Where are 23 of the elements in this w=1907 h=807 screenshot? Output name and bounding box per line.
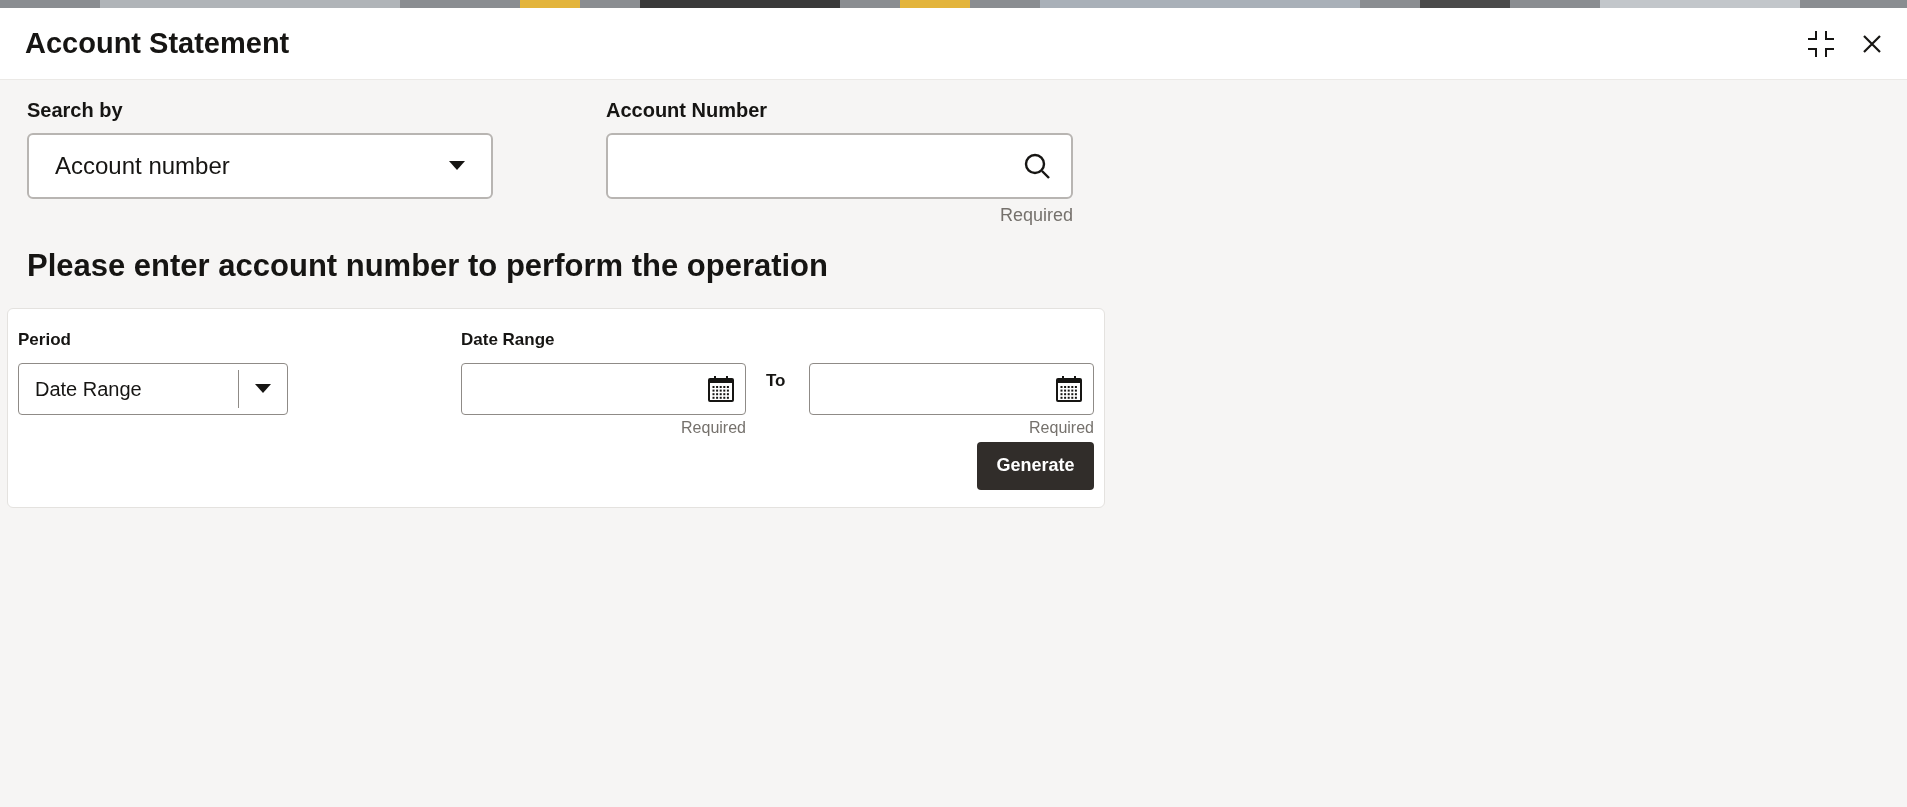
field-label: Date Range bbox=[461, 328, 556, 351]
calendar-icon[interactable] bbox=[707, 374, 735, 403]
field-label: Account Number bbox=[606, 98, 769, 123]
account-number-field[interactable] bbox=[606, 133, 1073, 199]
hint-text: Required bbox=[1029, 417, 1094, 438]
search-by-select[interactable]: Account number bbox=[27, 133, 493, 199]
hint-text: Required bbox=[999, 204, 1073, 227]
window-title: Account Statement bbox=[25, 25, 290, 61]
start-date-field[interactable] bbox=[461, 362, 746, 415]
search-icon[interactable] bbox=[1023, 152, 1051, 180]
calendar-icon[interactable] bbox=[1055, 374, 1083, 403]
close-icon[interactable] bbox=[1862, 33, 1882, 54]
hint-text: Required bbox=[681, 417, 746, 438]
field-label: Period bbox=[18, 328, 72, 351]
collapse-icon[interactable] bbox=[1806, 28, 1836, 59]
to-label: To bbox=[766, 369, 787, 392]
period-select[interactable]: Date Range bbox=[18, 362, 288, 415]
caret-icon bbox=[255, 383, 271, 394]
field-label: Search by bbox=[27, 98, 124, 123]
caret-icon bbox=[449, 161, 465, 171]
message-heading: Please enter account number to perform the operation bbox=[26, 247, 829, 285]
end-date-field[interactable] bbox=[809, 362, 1094, 415]
generate-button[interactable]: Generate bbox=[977, 441, 1094, 490]
